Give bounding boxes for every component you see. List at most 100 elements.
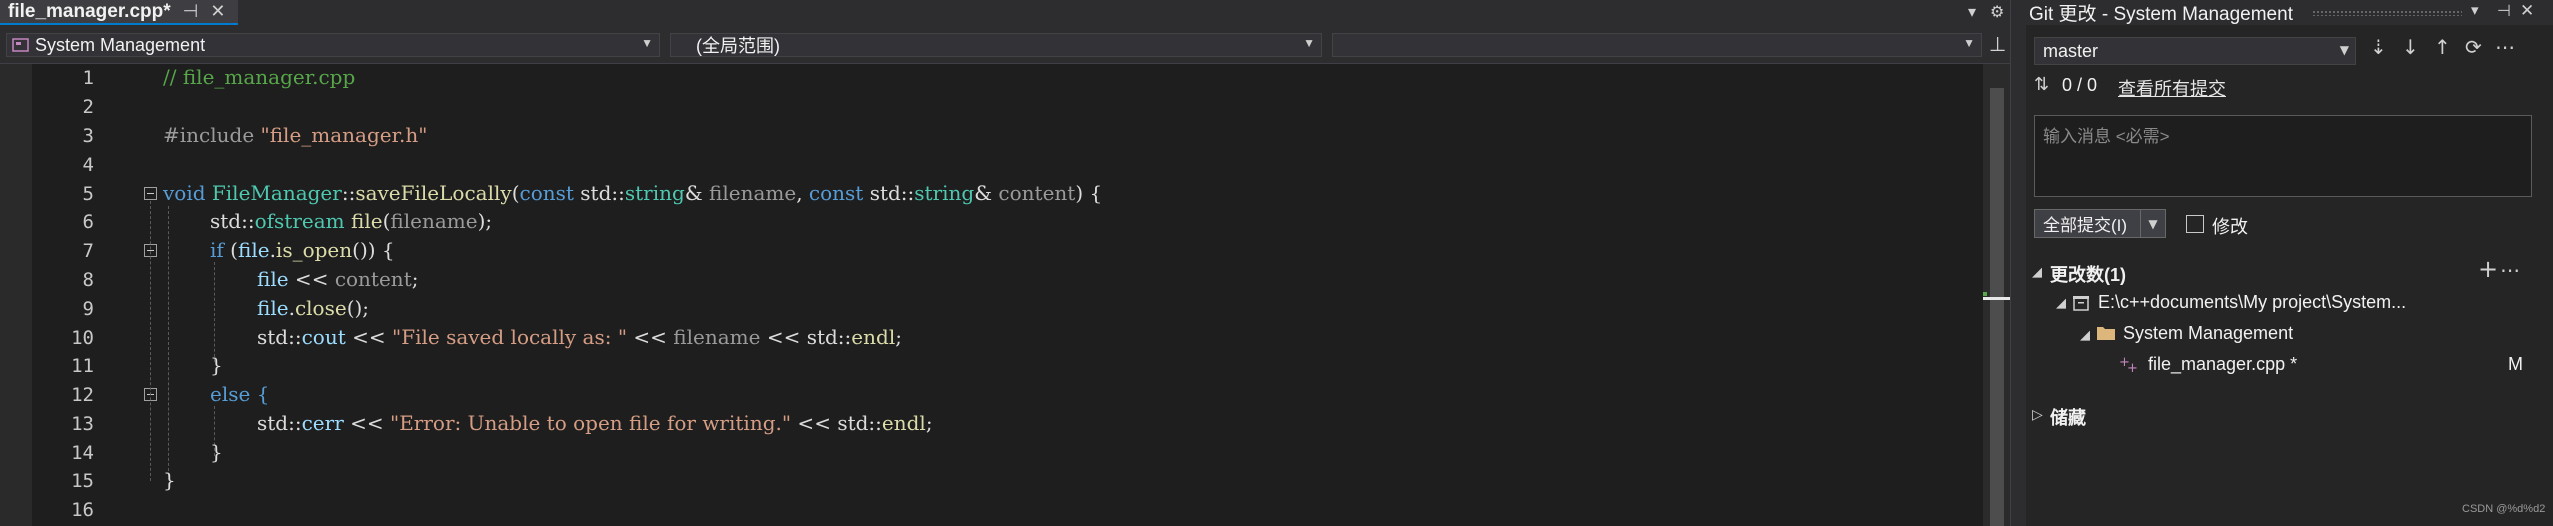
close-tab-icon[interactable]: ✕ [210,1,225,22]
variable-token: file [350,209,383,233]
namespace-token: std:: [863,181,915,205]
punct-token: & [684,181,709,205]
line-number: 9 [82,298,94,320]
repo-path[interactable]: E:\c++documents\My project\System... [2098,292,2406,313]
collapse-function-icon[interactable] [144,187,157,200]
changes-more-icon[interactable]: ⋯ [2500,258,2520,282]
param-token: content [998,181,1076,205]
view-all-commits-link[interactable]: 查看所有提交 [2118,75,2226,101]
changes-header: 更改数(1) [2050,265,2126,285]
keyword-token: if [210,238,224,262]
param-token: content [334,267,412,291]
namespace-token: std:: [257,411,302,435]
added-file-icon: + + [2119,355,2138,374]
include-path-token: "file_manager.h" [260,123,428,147]
tab-file-manager-cpp[interactable]: file_manager.cpp* ⊣ ✕ [0,0,238,25]
code-line-13: std::cerr << "Error: Unable to open file… [257,411,933,435]
tab-list-dropdown-icon[interactable]: ▾ [1968,2,1976,21]
line-number: 7 [82,240,94,262]
scrollbar-thumb[interactable] [1990,88,2004,526]
param-token: filename [673,325,761,349]
scope-dropdown[interactable]: (全局范围) ▼ [670,33,1322,57]
expand-changes-icon[interactable]: ◢ [2032,265,2042,280]
member-dropdown[interactable]: ▼ [1332,33,1982,57]
commit-options-dropdown-icon[interactable]: ▼ [2140,210,2165,237]
code-line-15: } [163,468,176,492]
expand-stashes-icon[interactable]: ▷ [2032,407,2043,423]
expand-repo-icon[interactable]: ◢ [2056,296,2066,311]
fetch-icon[interactable]: ⇣ [2370,35,2387,59]
editor-tab-strip [0,0,2010,25]
punct-token: ; [895,325,902,349]
line-number: 13 [71,413,94,435]
indent-guide [214,262,215,362]
type-token: string [914,181,975,205]
class-token: FileManager [211,181,342,205]
stashes-header: 储藏 [2050,408,2086,428]
push-icon[interactable]: ↑ [2434,35,2451,59]
code-line-7: if (file.is_open()) { [210,238,395,262]
line-number: 11 [71,355,94,377]
split-editor-icon[interactable]: ⊥ [1989,32,2006,56]
commit-all-label: 全部提交(I) [2043,216,2128,235]
expand-folder-icon[interactable]: ◢ [2080,328,2090,343]
pull-icon[interactable]: ↓ [2402,35,2419,59]
code-line-12: else { [210,382,269,406]
indicator-margin [0,64,32,526]
settings-icon[interactable]: ⚙ [1990,2,2004,21]
stage-all-icon[interactable]: + [2478,255,2498,283]
chevron-down-icon: ▼ [1963,36,1975,50]
namespace-token: std:: [257,325,302,349]
brace-token: } [210,440,223,464]
punct-token: ( [511,181,520,205]
code-line-14: } [210,440,223,464]
code-line-6: std::ofstream file(filename); [210,209,492,233]
amend-label: 修改 [2212,217,2248,237]
function-token: close [294,296,347,320]
close-panel-icon[interactable]: ✕ [2520,1,2534,21]
function-token: saveFileLocally [355,181,512,205]
line-number: 16 [71,499,94,521]
keyword-token: const [808,181,864,205]
string-token: "File saved locally as: " [392,325,628,349]
namespace-token: std:: [573,181,625,205]
code-line-3: #include "file_manager.h" [163,123,427,147]
punct-token: ; [411,267,419,291]
operator-token: << [760,325,807,349]
repository-icon [2073,296,2089,311]
preprocessor-token: #include [163,123,261,147]
chevron-down-icon: ▼ [2339,43,2349,57]
sync-icon[interactable]: ⟳ [2465,35,2482,59]
branch-dropdown[interactable]: master ▼ [2034,37,2356,65]
panel-options-dropdown-icon[interactable]: ▾ [2471,1,2479,19]
function-token: endl [881,411,926,435]
pin-tab-icon[interactable]: ⊣ [183,1,199,22]
code-line-8: file << content; [257,267,418,291]
git-panel-title: Git 更改 - System Management [2029,4,2293,25]
function-token: is_open [275,238,353,262]
operator-token: << [791,411,838,435]
tab-label: file_manager.cpp* [8,0,171,22]
changed-file-name[interactable]: file_manager.cpp * [2148,354,2297,375]
drag-grip[interactable] [2312,10,2462,16]
pin-panel-icon[interactable]: ⊣ [2497,1,2511,20]
operator-token: << [627,325,674,349]
outline-guide [150,201,151,481]
folder-name[interactable]: System Management [2123,323,2293,344]
more-options-icon[interactable]: ⋯ [2495,35,2515,59]
code-line-9: file.close(); [257,296,369,320]
file-status-badge: M [2508,354,2523,374]
project-dropdown[interactable]: System Management ▼ [6,33,660,57]
panel-splitter[interactable] [2010,0,2026,526]
commit-message-input[interactable]: 输入消息 <必需> [2034,115,2532,197]
commit-all-button[interactable]: 全部提交(I) ▼ [2034,209,2166,238]
function-token: endl [851,325,896,349]
namespace-token: std:: [806,325,852,349]
amend-checkbox[interactable] [2186,215,2204,233]
code-line-1: // file_manager.cpp [163,65,355,89]
code-line-10: std::cout << "File saved locally as: " <… [257,325,902,349]
punct-token: & [974,181,999,205]
operator-token: << [288,267,335,291]
type-token: string [624,181,685,205]
line-number: 4 [82,154,94,176]
